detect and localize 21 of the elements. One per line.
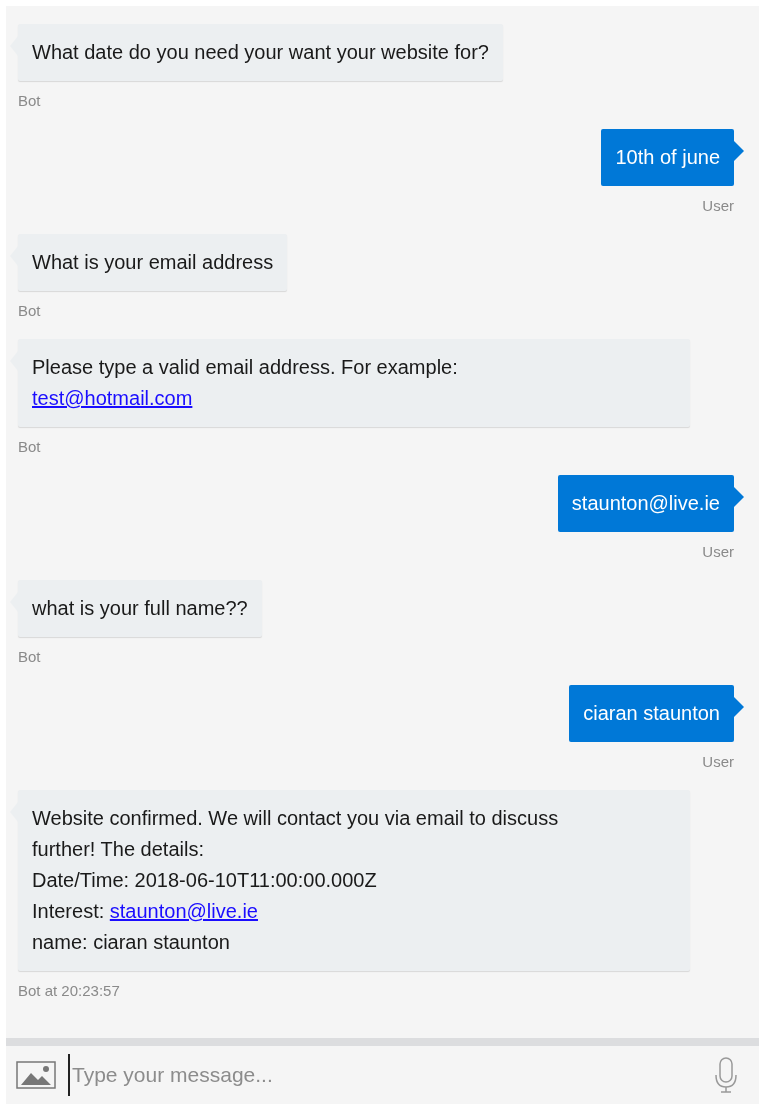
message-text: 10th of june (615, 145, 720, 170)
sender-label: User (702, 196, 734, 216)
image-icon[interactable] (16, 1061, 56, 1089)
message-text: Please type a valid email address. For example: test@hotmail.com (32, 355, 459, 411)
email-link[interactable]: staunton@live.ie (109, 900, 258, 922)
sender-label: Bot (18, 91, 41, 111)
sender-label: Bot (18, 301, 41, 321)
message-text: what is your full name?? (32, 596, 248, 621)
sender-label: User (702, 542, 734, 562)
sender-label: Bot (18, 647, 41, 667)
sender-label: User (702, 752, 734, 772)
message-text: What is your email address (32, 250, 274, 275)
sender-label: Bot at 20:23:57 (18, 981, 120, 1001)
message-input[interactable]: Type your message... (68, 1054, 703, 1096)
email-link[interactable]: test@hotmail.com (32, 387, 193, 409)
message-text: What date do you need your want your website for? (32, 40, 489, 65)
microphone-icon[interactable] (715, 1057, 737, 1093)
message-text: ciaran staunton (583, 701, 720, 726)
message-text: Website confirmed. We will contact you via email to discuss further! The details: Date/Time: 2018-06-10T11:00:00.000Z Interest: staunton@live.ie name: ciaran staunton (32, 806, 560, 955)
message-text: staunton@live.ie (571, 491, 720, 516)
sender-label: Bot (18, 437, 41, 457)
